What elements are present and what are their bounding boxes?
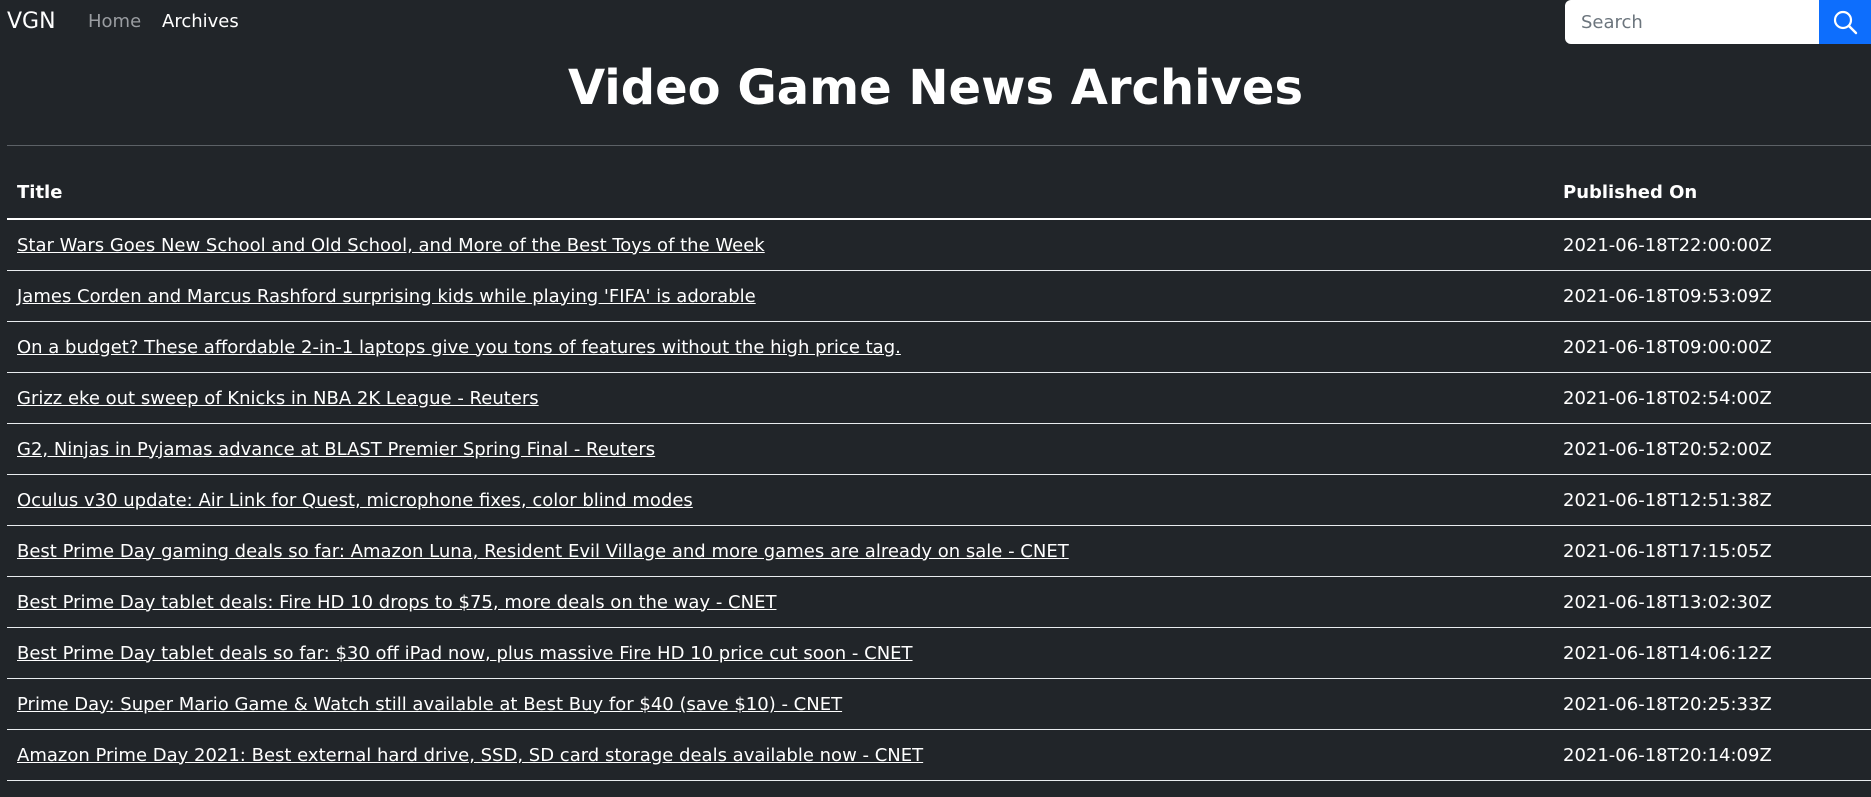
table-body: Star Wars Goes New School and Old School…: [7, 219, 1871, 781]
article-link[interactable]: Best Prime Day gaming deals so far: Amaz…: [17, 541, 1069, 562]
published-date-cell: 2021-06-18T12:51:38Z: [1553, 474, 1871, 526]
table-row: Grizz eke out sweep of Knicks in NBA 2K …: [7, 372, 1871, 424]
search-input[interactable]: [1565, 0, 1819, 44]
published-date-cell: 2021-06-18T17:15:05Z: [1553, 525, 1871, 577]
published-date-cell: 2021-06-18T20:52:00Z: [1553, 423, 1871, 475]
article-link[interactable]: Star Wars Goes New School and Old School…: [17, 235, 765, 256]
table-row: G2, Ninjas in Pyjamas advance at BLAST P…: [7, 423, 1871, 475]
article-link[interactable]: Oculus v30 update: Air Link for Quest, m…: [17, 490, 693, 511]
table-row: Best Prime Day gaming deals so far: Amaz…: [7, 525, 1871, 577]
nav-link-home[interactable]: Home: [88, 10, 141, 34]
table-row: Star Wars Goes New School and Old School…: [7, 219, 1871, 271]
table-row: Best Prime Day tablet deals so far: $30 …: [7, 627, 1871, 679]
news-archive-table: Title Published On Star Wars Goes New Sc…: [7, 166, 1871, 781]
article-link[interactable]: G2, Ninjas in Pyjamas advance at BLAST P…: [17, 439, 655, 460]
column-header-published: Published On: [1553, 166, 1871, 220]
published-date-cell: 2021-06-18T20:14:09Z: [1553, 729, 1871, 781]
title-divider: [7, 145, 1871, 146]
title-cell: Best Prime Day gaming deals so far: Amaz…: [7, 525, 1553, 577]
title-cell: Best Prime Day tablet deals: Fire HD 10 …: [7, 576, 1553, 628]
published-date-cell: 2021-06-18T22:00:00Z: [1553, 219, 1871, 271]
published-date-cell: 2021-06-18T14:06:12Z: [1553, 627, 1871, 679]
search-icon: [1833, 10, 1858, 35]
published-date-cell: 2021-06-18T09:00:00Z: [1553, 321, 1871, 373]
table-header-row: Title Published On: [7, 166, 1871, 220]
table-row: James Corden and Marcus Rashford surpris…: [7, 270, 1871, 322]
title-cell: Grizz eke out sweep of Knicks in NBA 2K …: [7, 372, 1553, 424]
article-link[interactable]: Amazon Prime Day 2021: Best external har…: [17, 745, 923, 766]
table-row: Amazon Prime Day 2021: Best external har…: [7, 729, 1871, 781]
title-cell: Star Wars Goes New School and Old School…: [7, 219, 1553, 271]
nav-link-archives[interactable]: Archives: [162, 10, 239, 34]
article-link[interactable]: Prime Day: Super Mario Game & Watch stil…: [17, 694, 842, 715]
page-title: Video Game News Archives: [567, 60, 1304, 116]
title-cell: G2, Ninjas in Pyjamas advance at BLAST P…: [7, 423, 1553, 475]
top-navbar: VGN Home Archives: [0, 0, 1871, 44]
article-link[interactable]: Best Prime Day tablet deals so far: $30 …: [17, 643, 913, 664]
column-header-title: Title: [7, 166, 1553, 220]
published-date-cell: 2021-06-18T09:53:09Z: [1553, 270, 1871, 322]
title-cell: Best Prime Day tablet deals so far: $30 …: [7, 627, 1553, 679]
title-cell: On a budget? These affordable 2-in-1 lap…: [7, 321, 1553, 373]
search-button[interactable]: [1819, 0, 1871, 44]
published-date-cell: 2021-06-18T02:54:00Z: [1553, 372, 1871, 424]
title-cell: Oculus v30 update: Air Link for Quest, m…: [7, 474, 1553, 526]
title-cell: Amazon Prime Day 2021: Best external har…: [7, 729, 1553, 781]
table-row: Best Prime Day tablet deals: Fire HD 10 …: [7, 576, 1871, 628]
article-link[interactable]: James Corden and Marcus Rashford surpris…: [17, 286, 756, 307]
table-header: Title Published On: [7, 166, 1871, 220]
title-cell: Prime Day: Super Mario Game & Watch stil…: [7, 678, 1553, 730]
table-row: Oculus v30 update: Air Link for Quest, m…: [7, 474, 1871, 526]
published-date-cell: 2021-06-18T13:02:30Z: [1553, 576, 1871, 628]
published-date-cell: 2021-06-18T20:25:33Z: [1553, 678, 1871, 730]
article-link[interactable]: On a budget? These affordable 2-in-1 lap…: [17, 337, 901, 358]
article-link[interactable]: Grizz eke out sweep of Knicks in NBA 2K …: [17, 388, 539, 409]
title-cell: James Corden and Marcus Rashford surpris…: [7, 270, 1553, 322]
table-row: Prime Day: Super Mario Game & Watch stil…: [7, 678, 1871, 730]
table-row: On a budget? These affordable 2-in-1 lap…: [7, 321, 1871, 373]
search-form: [1565, 0, 1871, 44]
article-link[interactable]: Best Prime Day tablet deals: Fire HD 10 …: [17, 592, 776, 613]
brand-logo[interactable]: VGN: [7, 7, 56, 37]
